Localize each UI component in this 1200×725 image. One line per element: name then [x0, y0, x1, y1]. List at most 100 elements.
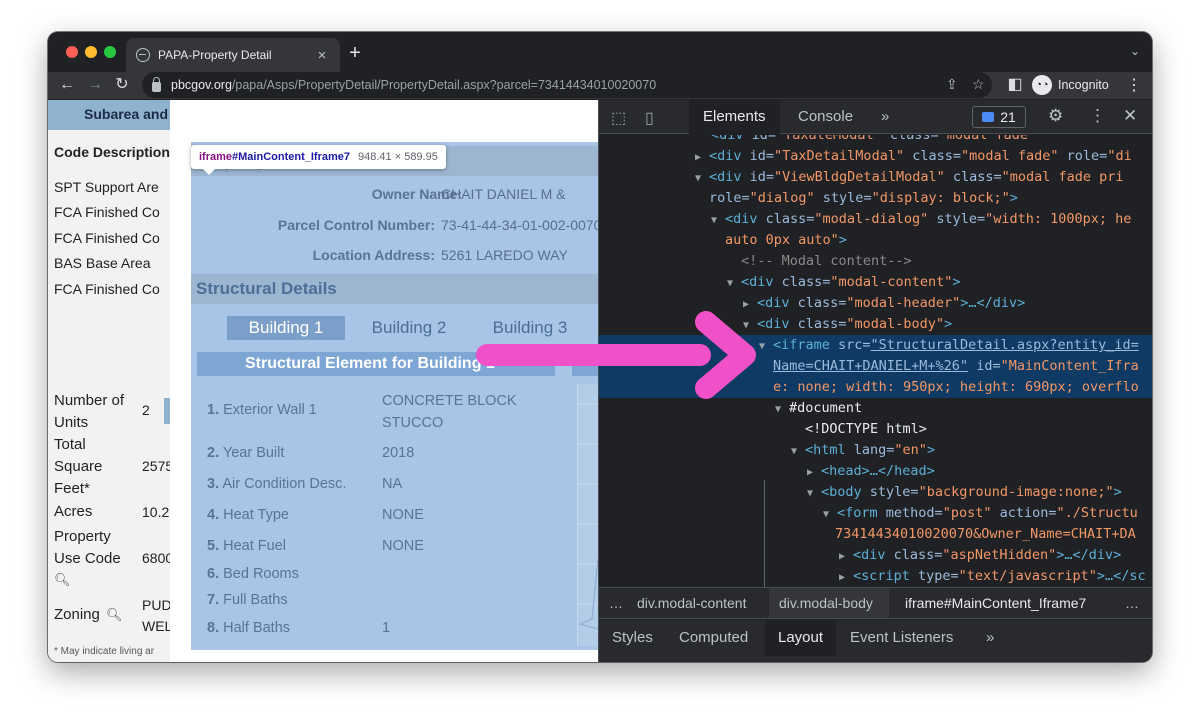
row-value-exterior-wall: CONCRETE BLOCK STUCCO: [382, 393, 517, 431]
collapse-triangle-icon[interactable]: ▼: [807, 483, 821, 504]
tab-building-2[interactable]: Building 2: [359, 316, 459, 340]
collapse-triangle-icon[interactable]: ▼: [711, 210, 725, 231]
tooltip-tag: iframe: [199, 151, 233, 163]
new-tab-button[interactable]: +: [344, 42, 366, 65]
address-bar[interactable]: pbcgov.org/papa/Asps/PropertyDetail/Prop…: [142, 72, 992, 98]
dom-node[interactable]: ▼ <div class="modal-content">: [599, 272, 1152, 293]
collapse-triangle-icon[interactable]: ▼: [791, 441, 805, 462]
tooltip-id: #MainContent_Iframe7: [232, 151, 351, 163]
side-panel-icon[interactable]: ◧: [1004, 74, 1026, 96]
browser-window: PAPA-Property Detail × + ⌄ ← → ↻ pbcgov.…: [48, 32, 1152, 662]
property-use-code-label: Property Use Code: [54, 528, 121, 567]
expand-triangle-icon[interactable]: ▶: [839, 546, 853, 567]
more-subtabs-icon[interactable]: »: [973, 620, 1007, 656]
issues-badge[interactable]: 21: [972, 106, 1026, 128]
breadcrumb-iframe[interactable]: iframe#MainContent_Iframe7: [905, 595, 1086, 611]
expand-triangle-icon[interactable]: ▶: [807, 462, 821, 483]
tab-styles[interactable]: Styles: [599, 620, 666, 656]
expand-triangle-icon[interactable]: ▶: [743, 294, 757, 315]
selected-iframe-node[interactable]: Name=CHAIT+DANIEL+M+%26" id="MainContent…: [599, 356, 1152, 377]
dom-node[interactable]: ▼ <body style="background-image:none;">: [599, 482, 1152, 503]
tooltip-dimensions: 948.41 × 589.95: [358, 151, 438, 163]
owner-name-label: Owner Name:: [371, 186, 462, 202]
collapse-triangle-icon[interactable]: ▼: [727, 273, 741, 294]
collapse-triangle-icon[interactable]: ▼: [759, 336, 773, 357]
browser-menu-icon[interactable]: ⋮: [1126, 75, 1142, 95]
dom-node[interactable]: 73414434010020070&Owner_Name=CHAIT+DA: [599, 524, 1152, 545]
dom-node[interactable]: ▼ #document: [599, 398, 1152, 419]
dom-tree[interactable]: <div id="TaxateModal" class="modal fade"…: [599, 135, 1152, 587]
tab-elements[interactable]: Elements: [689, 100, 780, 134]
row-label-year-built: 2. Year Built: [207, 445, 285, 461]
breadcrumb-overflow-end[interactable]: …: [1125, 595, 1139, 611]
lock-icon[interactable]: [152, 77, 161, 92]
acres-label: Acres: [54, 503, 93, 520]
acres-value: 10.2: [142, 504, 170, 520]
inspect-element-icon[interactable]: ⬚: [611, 108, 626, 128]
incognito-profile[interactable]: ◔◔ Incognito: [1032, 75, 1109, 95]
breadcrumb-modal-content[interactable]: div.modal-content: [637, 595, 746, 611]
page-viewport: Subarea and Code Description SPT Support…: [48, 100, 598, 662]
dom-comment[interactable]: <!-- Modal content-->: [599, 251, 1152, 272]
expand-triangle-icon[interactable]: ▶: [695, 147, 709, 168]
collapse-triangle-icon[interactable]: ▼: [775, 399, 789, 420]
tab-console[interactable]: Console: [784, 100, 867, 134]
location-address-value: 5261 LAREDO WAY: [441, 247, 568, 263]
selected-iframe-node[interactable]: e: none; width: 950px; height: 690px; ov…: [599, 377, 1152, 398]
dom-node[interactable]: ▶ <script type="text/javascript">…</sc: [599, 566, 1152, 587]
browser-tab[interactable]: PAPA-Property Detail ×: [126, 38, 340, 72]
settings-gear-icon[interactable]: ⚙: [1048, 106, 1063, 126]
zoning-value: WEL: [142, 618, 170, 634]
close-window-button[interactable]: [66, 46, 78, 58]
dom-node[interactable]: ▼ <html lang="en">: [599, 440, 1152, 461]
dom-node[interactable]: <!DOCTYPE html>: [599, 419, 1152, 440]
structural-details-header: Structural Details: [191, 274, 598, 304]
message-icon: [982, 112, 995, 122]
url-text[interactable]: pbcgov.org/papa/Asps/PropertyDetail/Prop…: [171, 78, 656, 92]
magnifier-icon[interactable]: 🔍︎: [54, 572, 71, 588]
selected-iframe-node[interactable]: ▼ <iframe src="StructuralDetail.aspx?enti…: [599, 335, 1152, 356]
incognito-icon: ◔◔: [1032, 75, 1052, 95]
collapse-triangle-icon[interactable]: ▼: [823, 504, 837, 525]
dom-node[interactable]: ▶ <div class="aspNetHidden">…</div>: [599, 545, 1152, 566]
dom-node[interactable]: role="dialog" style="display: block;">: [599, 188, 1152, 209]
back-button[interactable]: ←: [56, 74, 78, 96]
dom-node[interactable]: <div id="TaxateModal" class="modal fade": [599, 135, 1152, 146]
more-tabs-icon[interactable]: »: [867, 100, 903, 134]
row-label-full-baths: 7. Full Baths: [207, 592, 288, 608]
close-devtools-icon[interactable]: ✕: [1123, 106, 1137, 126]
bookmark-star-icon[interactable]: ☆: [972, 76, 985, 93]
dom-node[interactable]: ▼ <div class="modal-body">: [599, 314, 1152, 335]
tab-computed[interactable]: Computed: [666, 620, 761, 656]
dom-node[interactable]: ▶ <div class="modal-header">…</div>: [599, 293, 1152, 314]
collapse-triangle-icon[interactable]: ▼: [743, 315, 757, 336]
devtools-menu-icon[interactable]: ⋮: [1089, 106, 1106, 126]
breadcrumb-modal-body[interactable]: div.modal-body: [779, 595, 873, 611]
dom-node[interactable]: ▶ <div id="TaxDetailModal" class="modal f…: [599, 146, 1152, 167]
forward-button[interactable]: →: [84, 74, 106, 96]
tab-search-chevron-icon[interactable]: ⌄: [1130, 44, 1140, 58]
row-label-half-baths: 8. Half Baths: [207, 620, 291, 636]
dom-node[interactable]: ▼ <form method="post" action="./Structu: [599, 503, 1152, 524]
dom-node[interactable]: ▼ <div class="modal-dialog" style="width:…: [599, 209, 1152, 230]
row-label-heat-type: 4. Heat Type: [207, 507, 289, 523]
device-toolbar-icon[interactable]: ▯: [645, 108, 654, 128]
tab-building-1[interactable]: Building 1: [227, 316, 345, 340]
element-inspect-tooltip: iframe #MainContent_Iframe7 948.41 × 589.…: [191, 145, 446, 175]
dom-node[interactable]: ▼ <div id="ViewBldgDetailModal" class="mo…: [599, 167, 1152, 188]
magnifier-icon[interactable]: 🔍︎: [106, 607, 123, 623]
expand-triangle-icon[interactable]: ▶: [839, 567, 853, 587]
structural-detail-iframe[interactable]: Property Information Owner Name: CHAIT D…: [170, 100, 598, 662]
collapse-triangle-icon[interactable]: ▼: [695, 168, 709, 189]
close-tab-icon[interactable]: ×: [314, 47, 330, 64]
reload-button[interactable]: ↻: [111, 74, 133, 96]
tab-layout[interactable]: Layout: [765, 620, 837, 656]
tab-building-3[interactable]: Building 3: [480, 316, 580, 340]
maximize-window-button[interactable]: [104, 46, 116, 58]
share-icon[interactable]: ⇪: [946, 76, 958, 93]
minimize-window-button[interactable]: [85, 46, 97, 58]
breadcrumb-overflow[interactable]: …: [609, 595, 623, 611]
dom-node[interactable]: auto 0px auto">: [599, 230, 1152, 251]
tab-event-listeners[interactable]: Event Listeners: [837, 620, 966, 656]
dom-node[interactable]: ▶ <head>…</head>: [599, 461, 1152, 482]
